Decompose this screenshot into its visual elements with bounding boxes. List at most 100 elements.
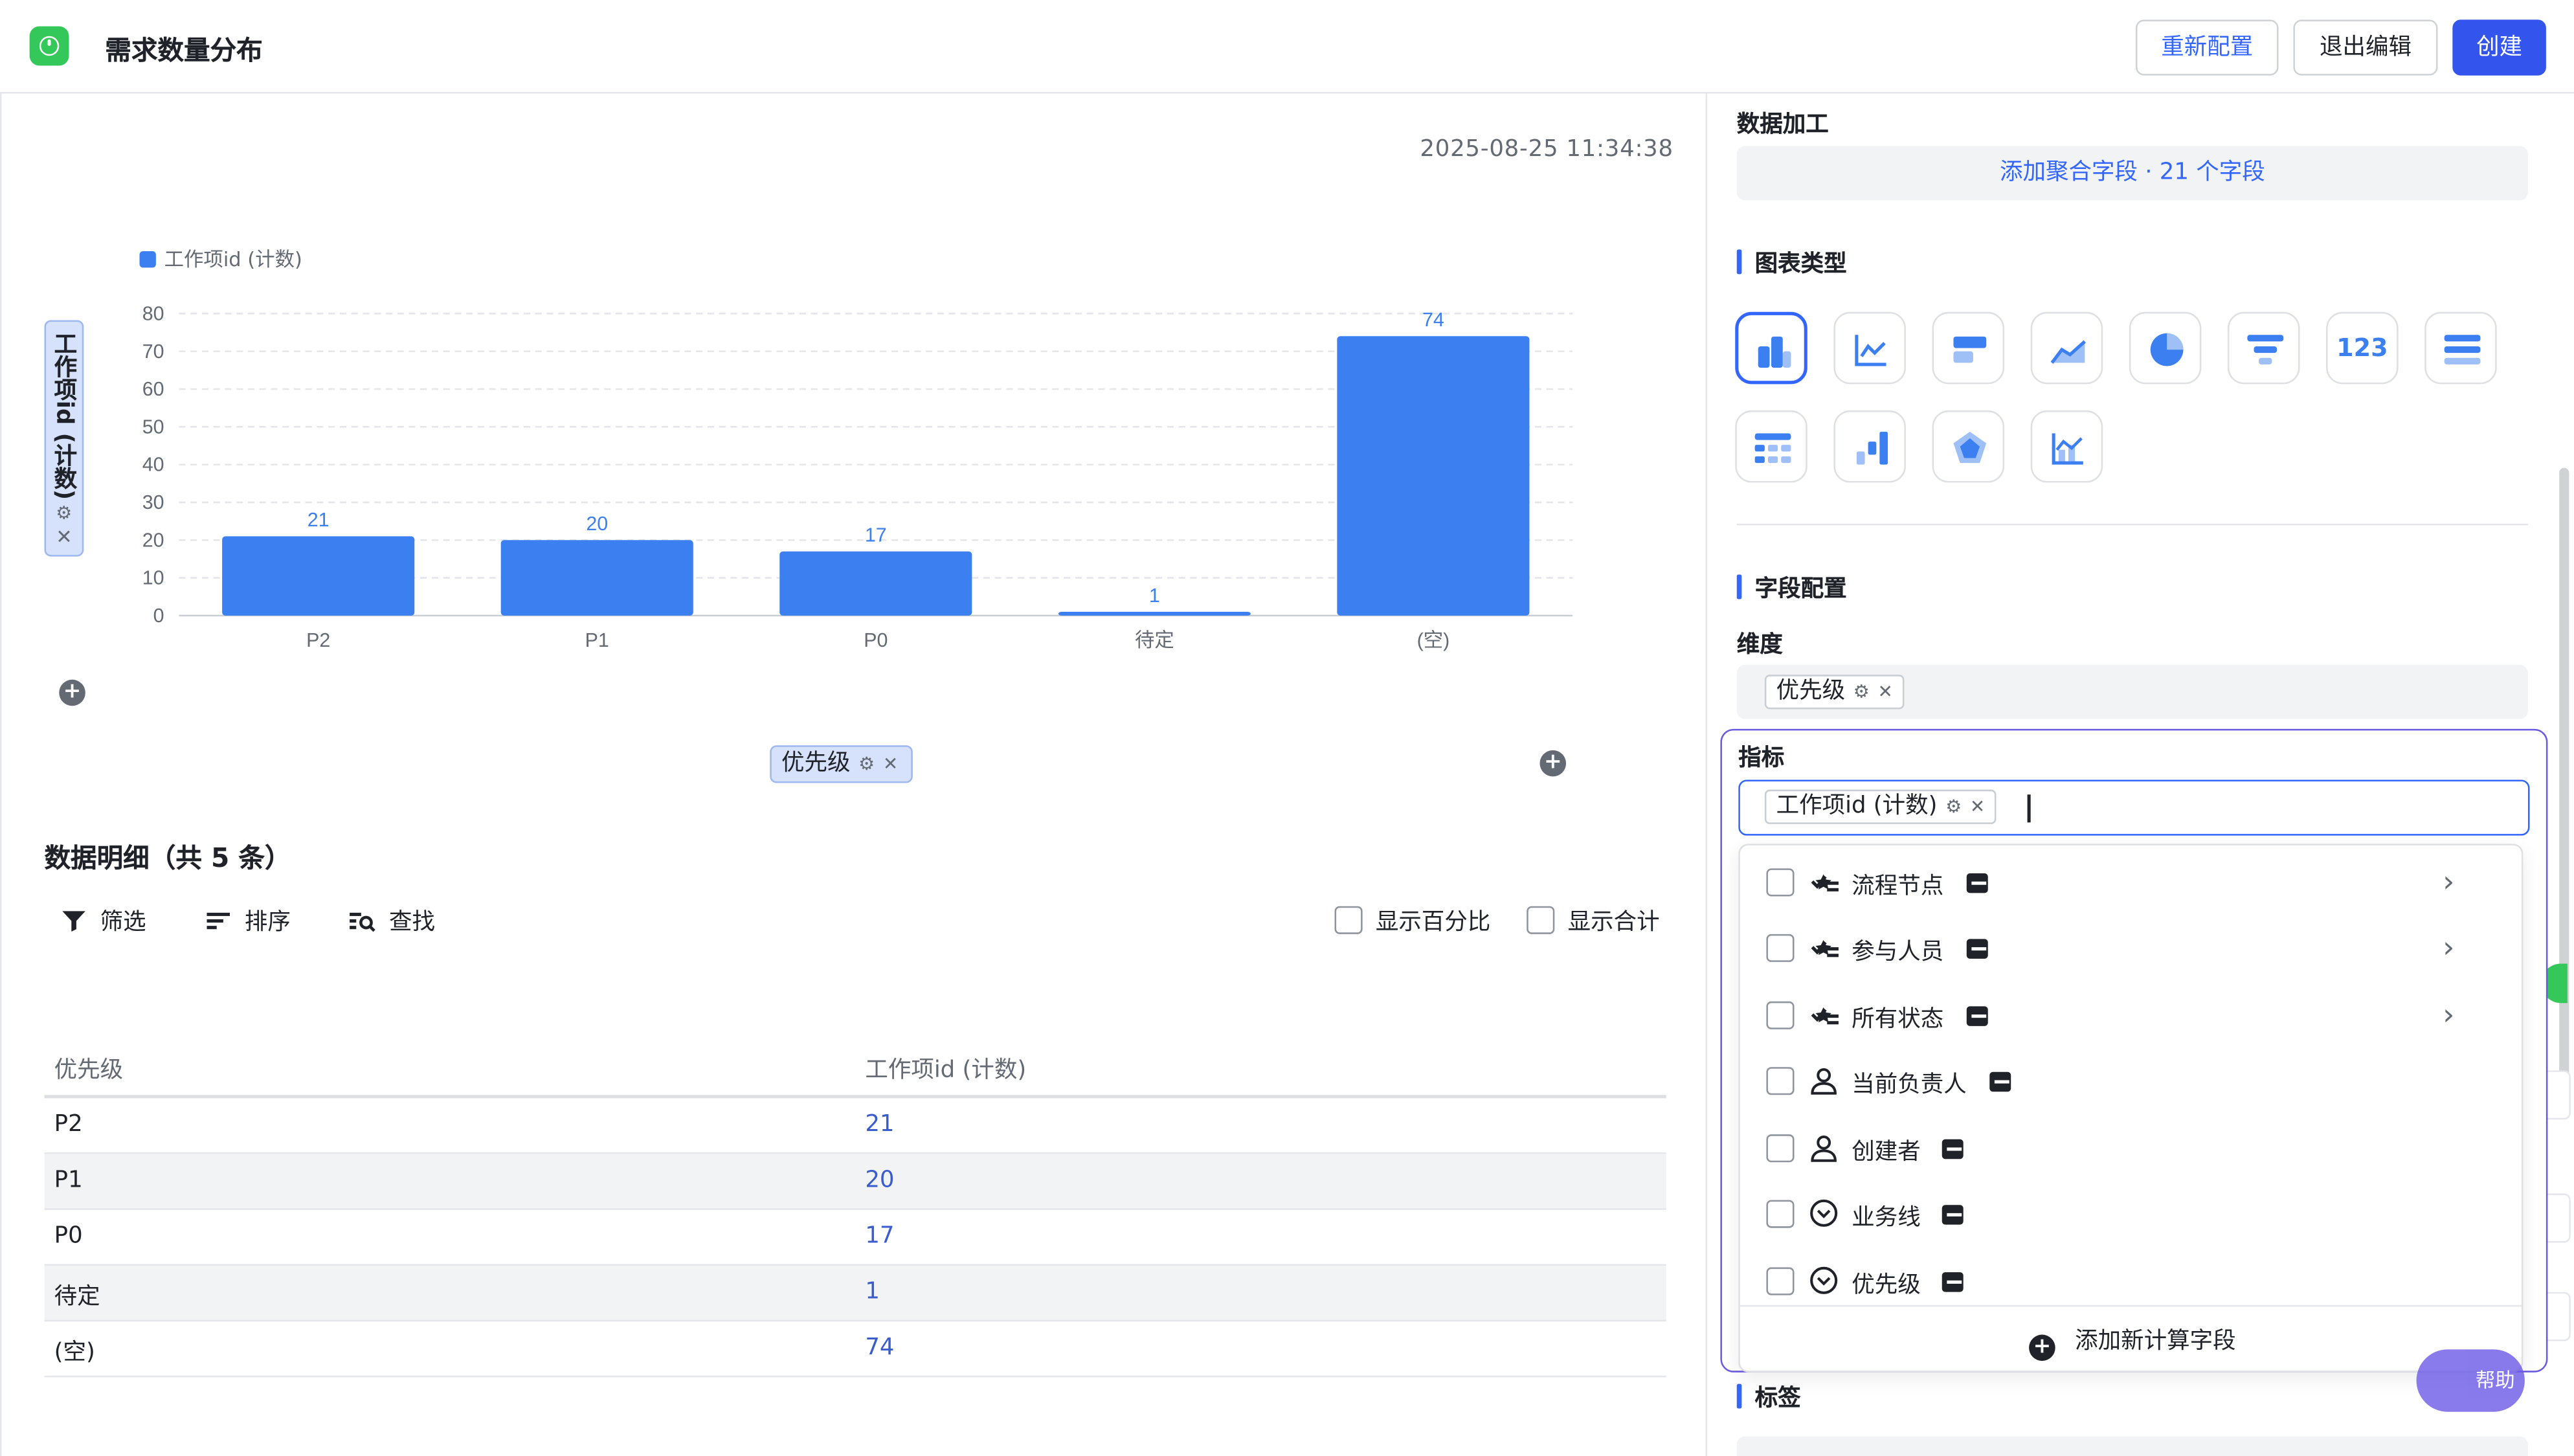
chevron-right-icon[interactable]: › bbox=[2443, 931, 2454, 965]
multi-select-icon bbox=[1811, 1007, 1839, 1025]
combo-chart-icon[interactable] bbox=[2030, 410, 2103, 483]
dimension-drop-zone[interactable]: 优先级 ⚙ ✕ bbox=[1736, 664, 2528, 719]
horizontal-bar-icon[interactable] bbox=[1932, 311, 2005, 385]
field-name: 创建者 bbox=[1852, 1139, 1921, 1166]
clock-icon bbox=[39, 36, 60, 56]
tags-field[interactable] bbox=[1736, 1436, 2528, 1456]
x-tick-label: 待定 bbox=[1135, 629, 1174, 651]
text-cursor bbox=[2027, 794, 2030, 823]
close-icon[interactable]: ✕ bbox=[883, 754, 898, 775]
waterfall-chart-icon[interactable] bbox=[1833, 410, 1906, 483]
list-table-icon[interactable] bbox=[2424, 311, 2497, 385]
list-item[interactable]: 参与人员 › bbox=[1740, 916, 2522, 981]
field-checkbox[interactable] bbox=[1766, 1001, 1795, 1029]
cell-count[interactable]: 21 bbox=[865, 1112, 894, 1138]
cell-count[interactable]: 1 bbox=[865, 1279, 880, 1305]
field-name: 当前负责人 bbox=[1852, 1071, 1967, 1099]
dimension-chip-label: 优先级 bbox=[1776, 678, 1846, 704]
y-axis-field-pill[interactable]: 工作项id (计数) ⚙ ✕ bbox=[44, 320, 84, 557]
list-item[interactable]: 所有状态 › bbox=[1740, 983, 2522, 1049]
close-icon[interactable]: ✕ bbox=[56, 525, 73, 548]
number-card-icon[interactable]: 123 bbox=[2326, 311, 2399, 385]
cell-priority: P2 bbox=[54, 1111, 83, 1138]
gear-icon[interactable]: ⚙ bbox=[1945, 796, 1962, 818]
multi-select-icon bbox=[1811, 874, 1839, 891]
list-item[interactable]: 流程节点 › bbox=[1740, 850, 2522, 915]
cell-count[interactable]: 17 bbox=[865, 1223, 894, 1249]
field-checkbox[interactable] bbox=[1766, 1200, 1795, 1228]
metric-input[interactable]: 工作项id (计数) ⚙ ✕ bbox=[1738, 779, 2530, 836]
data-label: 1 bbox=[1149, 585, 1160, 607]
bar-chart: 0 10 20 30 40 50 60 70 80 21 P2 20 P1 17 P0 1 待定 74 (空) bbox=[142, 302, 1573, 651]
filter-button[interactable]: 筛选 bbox=[61, 904, 146, 937]
field-checkbox[interactable] bbox=[1766, 868, 1795, 897]
show-percent-option[interactable]: 显示百分比 bbox=[1334, 904, 1490, 937]
scrollbar[interactable] bbox=[2559, 467, 2569, 1102]
area-chart-icon[interactable] bbox=[2030, 311, 2103, 385]
gear-icon[interactable]: ⚙ bbox=[858, 754, 875, 775]
field-type-icon bbox=[1942, 1205, 1964, 1225]
close-icon[interactable]: ✕ bbox=[1970, 796, 1985, 818]
list-item[interactable]: 业务线 bbox=[1740, 1182, 2522, 1248]
show-total-label: 显示合计 bbox=[1567, 909, 1660, 936]
y-tick-label: 40 bbox=[142, 454, 164, 476]
cell-count[interactable]: 20 bbox=[865, 1167, 894, 1194]
metric-selector-popup: 指标 工作项id (计数) ⚙ ✕ 流程节点 › 参与人员 › 所有状态 › 当… bbox=[1720, 728, 2548, 1372]
find-button[interactable]: 查找 bbox=[348, 904, 435, 937]
y-tick-label: 50 bbox=[142, 416, 164, 438]
chevron-right-icon[interactable]: › bbox=[2443, 865, 2454, 899]
chart-legend[interactable]: 工作项id (计数) bbox=[139, 245, 302, 273]
update-timestamp: 2025-08-25 11:34:38 bbox=[1420, 136, 1673, 163]
add-y-field-icon[interactable]: + bbox=[59, 679, 85, 706]
y-tick-label: 0 bbox=[153, 605, 164, 627]
table-header: 优先级 工作项id (计数) bbox=[44, 1041, 1666, 1099]
field-config-title: 字段配置 bbox=[1736, 571, 1847, 604]
exit-edit-button[interactable]: 退出编辑 bbox=[2293, 19, 2438, 76]
chevron-right-icon[interactable]: › bbox=[2443, 998, 2454, 1033]
add-x-field-icon[interactable]: + bbox=[1539, 750, 1567, 777]
cell-count[interactable]: 74 bbox=[865, 1335, 894, 1361]
metric-chip-count[interactable]: 工作项id (计数) ⚙ ✕ bbox=[1764, 789, 1997, 824]
field-name: 优先级 bbox=[1852, 1272, 1921, 1299]
column-header-priority[interactable]: 优先级 bbox=[54, 1052, 123, 1085]
pie-chart-icon[interactable] bbox=[2129, 311, 2202, 385]
legend-swatch bbox=[139, 251, 156, 268]
bar bbox=[1058, 612, 1251, 616]
add-calculated-field-button[interactable]: + 添加新计算字段 bbox=[1740, 1305, 2522, 1371]
y-tick-label: 10 bbox=[142, 567, 164, 589]
cell-priority: (空) bbox=[54, 1339, 95, 1366]
sort-label: 排序 bbox=[244, 909, 291, 936]
show-total-option[interactable]: 显示合计 bbox=[1527, 904, 1660, 937]
funnel-chart-icon[interactable] bbox=[2227, 311, 2300, 385]
metric-chip-label: 工作项id (计数) bbox=[1776, 792, 1938, 820]
field-checkbox[interactable] bbox=[1766, 1067, 1795, 1095]
line-chart-icon[interactable] bbox=[1833, 311, 1906, 385]
radar-chart-icon[interactable] bbox=[1932, 410, 2005, 483]
dropdown-circle-icon bbox=[1810, 1266, 1838, 1294]
column-header-count[interactable]: 工作项id (计数) bbox=[865, 1052, 1026, 1085]
gear-icon[interactable]: ⚙ bbox=[56, 502, 72, 524]
field-checkbox[interactable] bbox=[1766, 1134, 1795, 1163]
multi-select-icon bbox=[1811, 939, 1839, 958]
dimension-chip-priority[interactable]: 优先级 ⚙ ✕ bbox=[1764, 675, 1905, 710]
sort-button[interactable]: 排序 bbox=[205, 904, 291, 937]
close-icon[interactable]: ✕ bbox=[1878, 681, 1893, 702]
data-label: 20 bbox=[586, 513, 608, 535]
add-aggregate-field-button[interactable]: 添加聚合字段 · 21 个字段 bbox=[1736, 146, 2528, 201]
help-button[interactable]: 帮助 bbox=[2416, 1349, 2525, 1412]
reconfigure-button[interactable]: 重新配置 bbox=[2135, 19, 2279, 76]
field-checkbox[interactable] bbox=[1766, 934, 1795, 962]
field-checkbox[interactable] bbox=[1766, 1267, 1795, 1295]
list-item[interactable]: 当前负责人 bbox=[1740, 1049, 2522, 1114]
gear-icon[interactable]: ⚙ bbox=[1853, 681, 1870, 702]
tags-title: 标签 bbox=[1736, 1381, 1801, 1414]
field-name: 流程节点 bbox=[1852, 873, 1944, 900]
pivot-table-icon[interactable] bbox=[1735, 410, 1807, 483]
show-percent-checkbox[interactable] bbox=[1334, 906, 1363, 934]
bar-chart-icon[interactable] bbox=[1735, 311, 1807, 385]
show-total-checkbox[interactable] bbox=[1527, 906, 1555, 934]
x-axis-field-pill[interactable]: 优先级 ⚙ ✕ bbox=[770, 745, 913, 783]
list-item[interactable]: 创建者 bbox=[1740, 1116, 2522, 1182]
create-button[interactable]: 创建 bbox=[2452, 19, 2546, 76]
bar bbox=[779, 551, 972, 616]
